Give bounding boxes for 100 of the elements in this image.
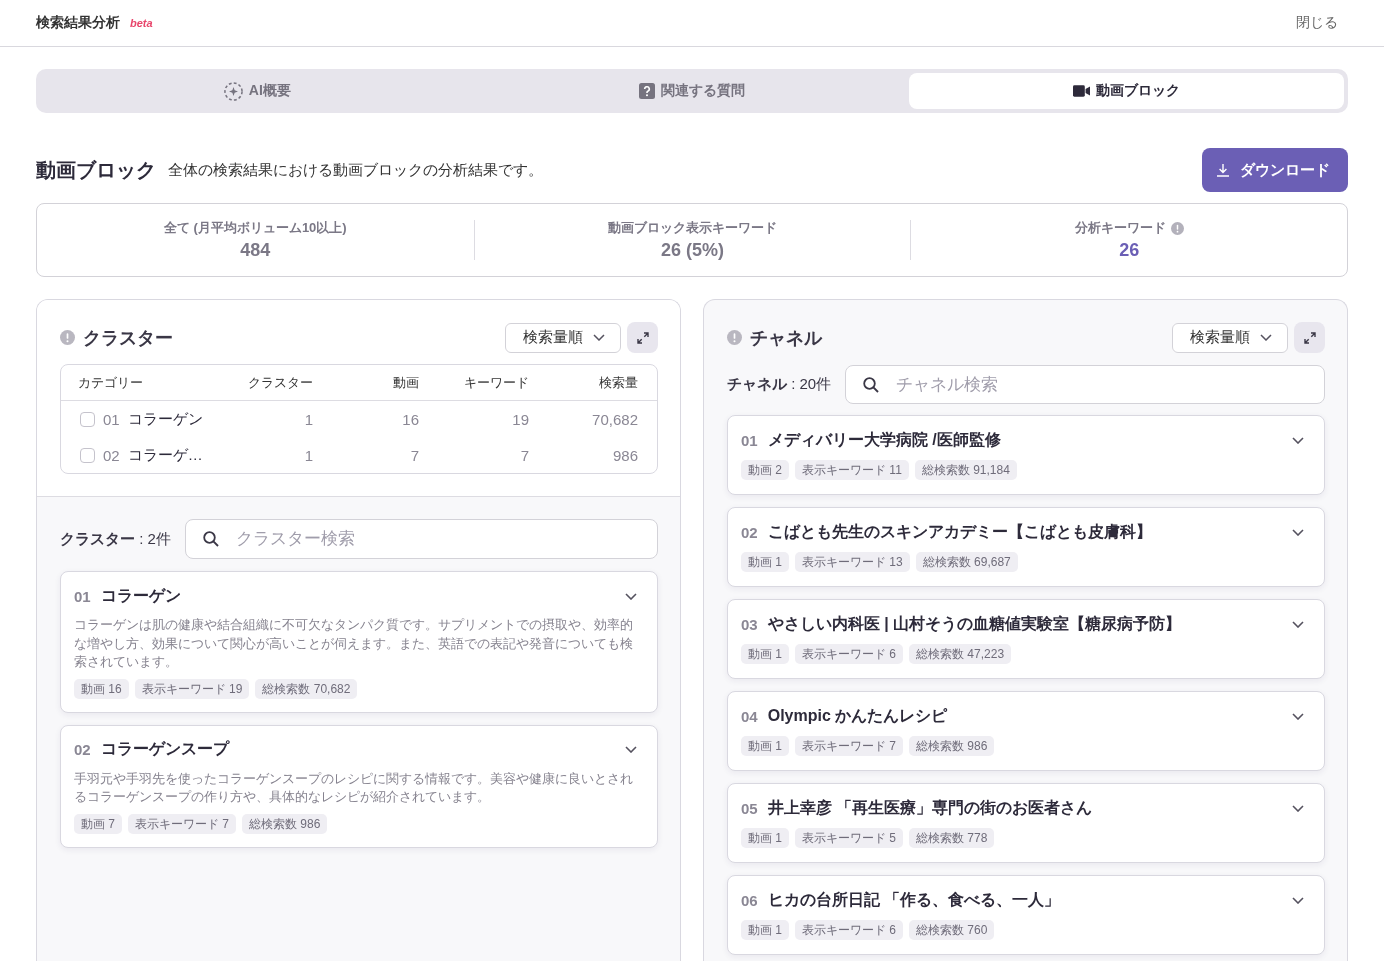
table-cell-text: 70,682 xyxy=(591,410,638,428)
stat-tag: 表示キーワード 13 xyxy=(795,552,910,572)
stat-value: 484 xyxy=(240,240,271,261)
chevron-down-icon[interactable] xyxy=(1292,804,1304,812)
stat-tag: 総検索数 70,682 xyxy=(255,678,358,699)
expand-button[interactable] xyxy=(627,322,658,353)
chevron-down-icon xyxy=(593,334,605,341)
tab[interactable]: 関連する質問 xyxy=(474,73,910,109)
search-icon xyxy=(863,376,880,393)
search-field[interactable]: クラスター検索 xyxy=(184,519,658,559)
download-icon xyxy=(1216,163,1230,177)
category-name: コラーゲ… xyxy=(127,445,203,465)
channel-card[interactable]: 01 メディバリー大学病院 /医師監修 動画 2 表示キーワード 11 総検索数 91,184 xyxy=(727,415,1325,495)
column-header: クラスター xyxy=(247,373,313,392)
stat-tag: 総検索数 47,223 xyxy=(909,644,1012,664)
chevron-down-icon[interactable] xyxy=(1292,620,1304,628)
cluster-card[interactable]: 02 コラーゲンスープ 手羽元や手羽先を使ったコラーゲンスープのレシピに関する情報です。美容や健康に良いとされるコラーゲンスープの作り方や、具体的なレシピが紹介されています。 動画 7 表示キーワード 7 総検索数 986 xyxy=(60,724,658,848)
stat-tag: 総検索数 778 xyxy=(909,828,995,848)
channel-card[interactable]: 03 やさしい内科医 | 山村そうの血糖値実験室【糖尿病予防】 動画 1 表示キーワード 6 総検索数 47,223 xyxy=(727,599,1325,679)
column-header: 検索量 xyxy=(598,373,638,392)
channel-card[interactable]: 02 こばとも先生のスキンアカデミー【こばとも皮膚科】 動画 1 表示キーワード 13 総検索数 69,687 xyxy=(727,507,1325,587)
beta-label: beta xyxy=(130,17,153,29)
checkbox[interactable] xyxy=(80,411,95,427)
cluster-card[interactable]: 01 コラーゲン コラーゲンは肌の健康や結合組織に不可欠なタンパク質です。サプリメントでの摂取や、効率的な増やし方、効果について関心が高いことが伺えます。また、英語での表記や発音についても検索されています。 動画 16 表示キーワード 19 総検索数 70,682 xyxy=(60,571,658,713)
stat-tag: 総検索数 760 xyxy=(909,920,995,940)
channel-card[interactable]: 05 井上幸彦 「再生医療」専門の街のお医者さん 動画 1 表示キーワード 5 総検索数 778 xyxy=(727,783,1325,863)
table-cell-text: 1 xyxy=(303,410,313,428)
expand-icon xyxy=(1303,331,1316,344)
channel-card[interactable]: 06 ヒカの台所日記 「作る、食べる、一人」 動画 1 表示キーワード 6 総検索数 760 xyxy=(727,875,1325,955)
column-header: カテゴリー xyxy=(78,373,144,392)
card-description: 手羽元や手羽先を使ったコラーゲンスープのレシピに関する情報です。美容や健康に良いとされるコラーゲンスープの作り方や、具体的なレシピが紹介されています。 xyxy=(74,769,634,806)
stat-label: 全て (月平均ボリューム10以上) xyxy=(163,219,347,237)
tab[interactable]: 動画ブロック xyxy=(909,73,1344,109)
sort-dropdown[interactable]: 検索量順 xyxy=(505,322,621,353)
chevron-down-icon[interactable] xyxy=(625,746,637,753)
chevron-down-icon xyxy=(1260,334,1272,341)
channel-card[interactable]: 04 Olympic かんたんレシピ 動画 1 表示キーワード 7 総検索数 986 xyxy=(727,691,1325,771)
stat-tag: 動画 16 xyxy=(74,678,129,699)
expand-icon xyxy=(636,331,649,344)
card-number: 04 xyxy=(741,707,758,725)
card-title: コラーゲンスープ xyxy=(100,739,229,759)
card-title: Olympic かんたんレシピ xyxy=(767,705,948,726)
table-cell-text: 19 xyxy=(511,410,529,428)
checkbox[interactable] xyxy=(80,447,95,463)
stat-tag: 表示キーワード 7 xyxy=(795,736,904,756)
stat-value: 26 xyxy=(1119,240,1140,261)
chevron-down-icon[interactable] xyxy=(1292,528,1304,536)
stat-tag: 総検索数 986 xyxy=(909,736,995,756)
stat-tag: 動画 2 xyxy=(741,460,789,480)
sort-dropdown[interactable]: 検索量順 xyxy=(1172,322,1288,353)
card-number: 03 xyxy=(741,615,758,633)
stat-tag: 動画 1 xyxy=(741,736,789,756)
stat-tag: 表示キーワード 5 xyxy=(795,828,904,848)
stat-value: 26 (5%) xyxy=(660,240,724,261)
panel-title: クラスター xyxy=(83,326,173,350)
category-name: コラーゲン xyxy=(127,409,203,429)
section-description: 全体の検索結果における動画ブロックの分析結果です。 xyxy=(168,160,543,180)
card-title: こばとも先生のスキンアカデミー【こばとも皮膚科】 xyxy=(767,521,1152,542)
stat-tag: 動画 1 xyxy=(741,644,789,664)
stat-tag: 総検索数 69,687 xyxy=(915,552,1018,572)
column-header: 動画 xyxy=(392,373,419,392)
table-cell-text: 7 xyxy=(409,446,419,464)
section-title: 動画ブロック xyxy=(36,157,156,183)
card-number: 02 xyxy=(74,741,91,758)
search-field[interactable]: チャネル検索 xyxy=(845,365,1325,404)
chevron-down-icon[interactable] xyxy=(1292,896,1304,904)
chevron-down-icon[interactable] xyxy=(625,592,637,600)
stat-tag: 動画 7 xyxy=(74,813,122,834)
stat-tag: 表示キーワード 7 xyxy=(128,813,237,834)
video-camera-icon xyxy=(1073,85,1091,97)
download-button[interactable]: ダウンロード xyxy=(1202,148,1348,192)
table-cell-text: 1 xyxy=(303,446,313,464)
chevron-down-icon[interactable] xyxy=(1292,436,1304,444)
row-number: 02 xyxy=(103,446,120,464)
close-link[interactable]: 閉じる xyxy=(1296,14,1338,32)
app-title: 検索結果分析 xyxy=(36,14,120,32)
table-cell-text: 7 xyxy=(519,446,529,464)
stat-tag: 動画 1 xyxy=(741,920,789,940)
stat-tag: 動画 1 xyxy=(741,552,789,572)
table-cell-text: 16 xyxy=(401,410,419,428)
panel-title: チャネル xyxy=(750,326,822,350)
stat-tag: 表示キーワード 6 xyxy=(795,920,904,940)
stat-tag: 動画 1 xyxy=(741,828,789,848)
column-header: キーワード xyxy=(463,373,529,392)
card-title: コラーゲン xyxy=(100,585,181,606)
expand-button[interactable] xyxy=(1294,322,1325,353)
stat-tag: 表示キーワード 11 xyxy=(795,460,909,480)
count-label: クラスター : 2件 xyxy=(60,529,171,549)
card-number: 06 xyxy=(741,891,758,909)
search-icon xyxy=(202,531,219,547)
tab[interactable]: AI概要 xyxy=(40,73,475,109)
info-icon xyxy=(60,330,75,345)
chevron-down-icon[interactable] xyxy=(1292,712,1304,720)
table-cell-text: 986 xyxy=(611,446,638,464)
row-number: 01 xyxy=(103,410,120,428)
card-title: ヒカの台所日記 「作る、食べる、一人」 xyxy=(767,889,1061,910)
count-label: チャネル : 20件 xyxy=(727,375,832,394)
sparkle-icon xyxy=(223,81,243,101)
card-number: 02 xyxy=(741,523,758,541)
card-title: メディバリー大学病院 /医師監修 xyxy=(767,429,1001,450)
